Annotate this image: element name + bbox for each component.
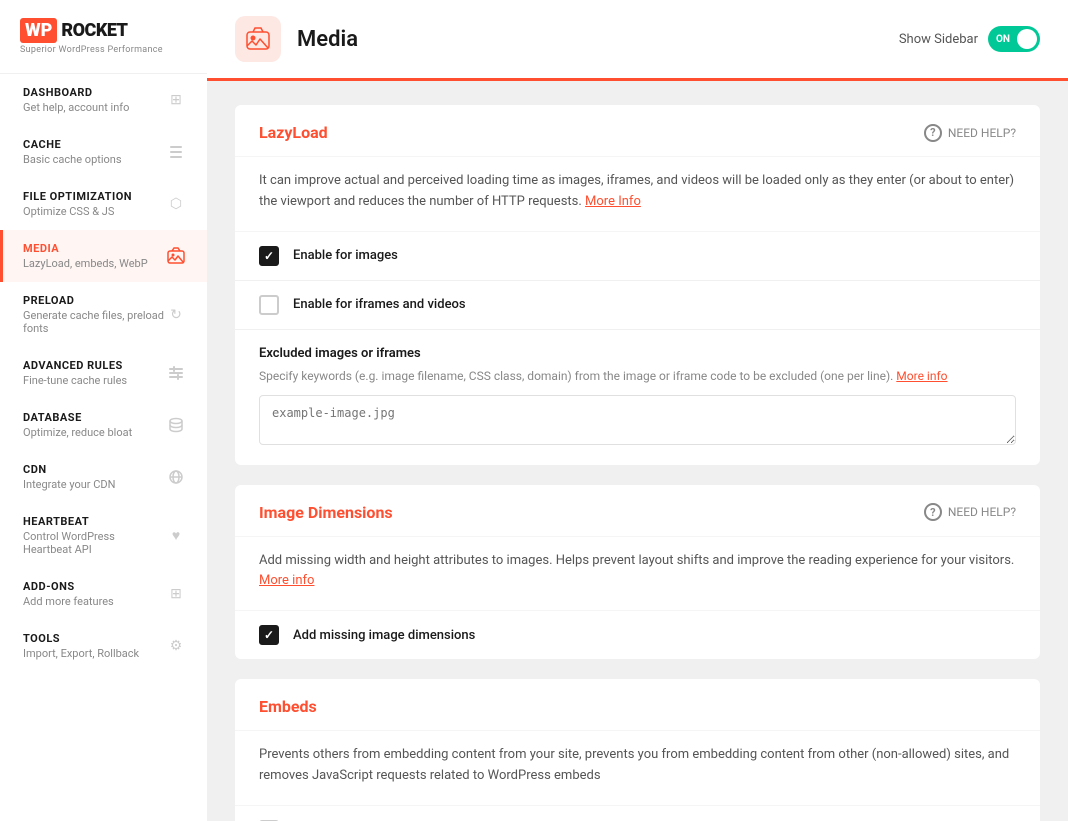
- nav-title-addons: ADD-ONS: [23, 580, 165, 593]
- sidebar-item-cache[interactable]: CACHE Basic cache options: [0, 126, 207, 178]
- add-missing-dims-row: Add missing image dimensions: [235, 611, 1040, 659]
- nav-sub-advanced: Fine-tune cache rules: [23, 374, 165, 387]
- nav-sub-addons: Add more features: [23, 595, 165, 608]
- nav-sub-preload: Generate cache files, preload fonts: [23, 309, 165, 335]
- nav-sub-cdn: Integrate your CDN: [23, 478, 165, 491]
- lazyload-need-help-label: NEED HELP?: [948, 126, 1016, 140]
- add-missing-dims-checkbox[interactable]: [259, 625, 279, 645]
- file-opt-icon: ⬡: [165, 193, 187, 215]
- enable-images-checkbox[interactable]: [259, 246, 279, 266]
- toggle-knob: [1017, 29, 1037, 49]
- nav-title-cdn: CDN: [23, 463, 165, 476]
- addons-icon: ⊞: [165, 583, 187, 605]
- lazyload-title: LazyLoad: [259, 123, 328, 142]
- cdn-icon: [165, 466, 187, 488]
- enable-iframes-row: Enable for iframes and videos: [235, 281, 1040, 330]
- sidebar-item-file-optimization[interactable]: FILE OPTIMIZATION Optimize CSS & JS ⬡: [0, 178, 207, 230]
- nav-title-tools: TOOLS: [23, 632, 165, 645]
- lazyload-section: LazyLoad ? NEED HELP? It can improve act…: [235, 105, 1040, 465]
- enable-images-row: Enable for images: [235, 232, 1040, 281]
- heartbeat-icon: ♥: [165, 525, 187, 547]
- sidebar-item-cdn[interactable]: CDN Integrate your CDN: [0, 451, 207, 503]
- nav-sub-dashboard: Get help, account info: [23, 101, 165, 114]
- nav-title-advanced: ADVANCED RULES: [23, 359, 165, 372]
- enable-iframes-label: Enable for iframes and videos: [293, 297, 466, 312]
- excluded-more-info-link[interactable]: More info: [896, 369, 947, 383]
- nav-sub-cache: Basic cache options: [23, 153, 165, 166]
- sidebar-item-dashboard[interactable]: DASHBOARD Get help, account info ⊞: [0, 74, 207, 126]
- cache-icon: [165, 141, 187, 163]
- embeds-title: Embeds: [259, 697, 317, 716]
- nav-sub-heartbeat: Control WordPress Heartbeat API: [23, 530, 165, 556]
- preload-icon: ↻: [165, 304, 187, 326]
- nav-title-media: MEDIA: [23, 242, 165, 255]
- logo-tagline: Superior WordPress Performance: [20, 45, 187, 55]
- sidebar: WP ROCKET Superior WordPress Performance…: [0, 0, 207, 821]
- show-sidebar-toggle[interactable]: ON: [988, 26, 1040, 52]
- nav-title-database: DATABASE: [23, 411, 165, 424]
- enable-iframes-checkbox[interactable]: [259, 295, 279, 315]
- img-dims-help-icon: ?: [924, 503, 942, 521]
- nav-title-file-opt: FILE OPTIMIZATION: [23, 190, 165, 203]
- logo-rocket: ROCKET: [61, 20, 127, 41]
- nav-title-dashboard: DASHBOARD: [23, 86, 165, 99]
- sidebar-item-preload[interactable]: PRELOAD Generate cache files, preload fo…: [0, 282, 207, 347]
- image-dimensions-title: Image Dimensions: [259, 503, 393, 522]
- image-dimensions-need-help[interactable]: ? NEED HELP?: [924, 503, 1016, 521]
- sidebar-item-addons[interactable]: ADD-ONS Add more features ⊞: [0, 568, 207, 620]
- logo-wp: WP: [20, 18, 57, 43]
- image-dimensions-description: Add missing width and height attributes …: [235, 537, 1040, 612]
- page-header: Media Show Sidebar ON: [207, 0, 1068, 81]
- main-content: Media Show Sidebar ON LazyLoad ? NEED HE…: [207, 0, 1068, 821]
- embeds-section: Embeds Prevents others from embedding co…: [235, 679, 1040, 821]
- enable-images-label: Enable for images: [293, 248, 398, 263]
- show-sidebar-label: Show Sidebar: [899, 32, 978, 47]
- sidebar-nav: DASHBOARD Get help, account info ⊞ CACHE…: [0, 74, 207, 672]
- sidebar-item-database[interactable]: DATABASE Optimize, reduce bloat: [0, 399, 207, 451]
- nav-sub-tools: Import, Export, Rollback: [23, 647, 165, 660]
- advanced-icon: [165, 362, 187, 384]
- embeds-description: Prevents others from embedding content f…: [235, 731, 1040, 806]
- excluded-desc: Specify keywords (e.g. image filename, C…: [259, 367, 1016, 385]
- excluded-title: Excluded images or iframes: [259, 346, 1016, 361]
- logo-area: WP ROCKET Superior WordPress Performance: [0, 0, 207, 74]
- sidebar-item-media[interactable]: MEDIA LazyLoad, embeds, WebP: [0, 230, 207, 282]
- disable-embeds-row: Disable WordPress embeds: [235, 806, 1040, 821]
- database-icon: [165, 414, 187, 436]
- nav-sub-database: Optimize, reduce bloat: [23, 426, 165, 439]
- media-icon: [165, 245, 187, 267]
- sidebar-item-heartbeat[interactable]: HEARTBEAT Control WordPress Heartbeat AP…: [0, 503, 207, 568]
- lazyload-description: It can improve actual and perceived load…: [235, 157, 1040, 232]
- image-dimensions-section: Image Dimensions ? NEED HELP? Add missin…: [235, 485, 1040, 660]
- nav-sub-media: LazyLoad, embeds, WebP: [23, 257, 165, 270]
- lazyload-need-help[interactable]: ? NEED HELP?: [924, 124, 1016, 142]
- nav-title-heartbeat: HEARTBEAT: [23, 515, 165, 528]
- nav-sub-file-opt: Optimize CSS & JS: [23, 205, 165, 218]
- sidebar-item-tools[interactable]: TOOLS Import, Export, Rollback ⚙: [0, 620, 207, 672]
- page-icon: [235, 16, 281, 62]
- nav-title-preload: PRELOAD: [23, 294, 165, 307]
- tools-icon: ⚙: [165, 635, 187, 657]
- dashboard-icon: ⊞: [165, 89, 187, 111]
- image-dimensions-more-info-link[interactable]: More info: [259, 573, 314, 588]
- lazyload-more-info-link[interactable]: More Info: [585, 194, 641, 209]
- page-title: Media: [297, 27, 358, 52]
- nav-title-cache: CACHE: [23, 138, 165, 151]
- image-dimensions-need-help-label: NEED HELP?: [948, 505, 1016, 519]
- help-icon: ?: [924, 124, 942, 142]
- sidebar-item-advanced-rules[interactable]: ADVANCED RULES Fine-tune cache rules: [0, 347, 207, 399]
- excluded-textarea[interactable]: [259, 395, 1016, 445]
- content-area: LazyLoad ? NEED HELP? It can improve act…: [207, 81, 1068, 821]
- excluded-section: Excluded images or iframes Specify keywo…: [235, 330, 1040, 449]
- add-missing-dims-label: Add missing image dimensions: [293, 628, 475, 643]
- toggle-on-label: ON: [996, 34, 1010, 45]
